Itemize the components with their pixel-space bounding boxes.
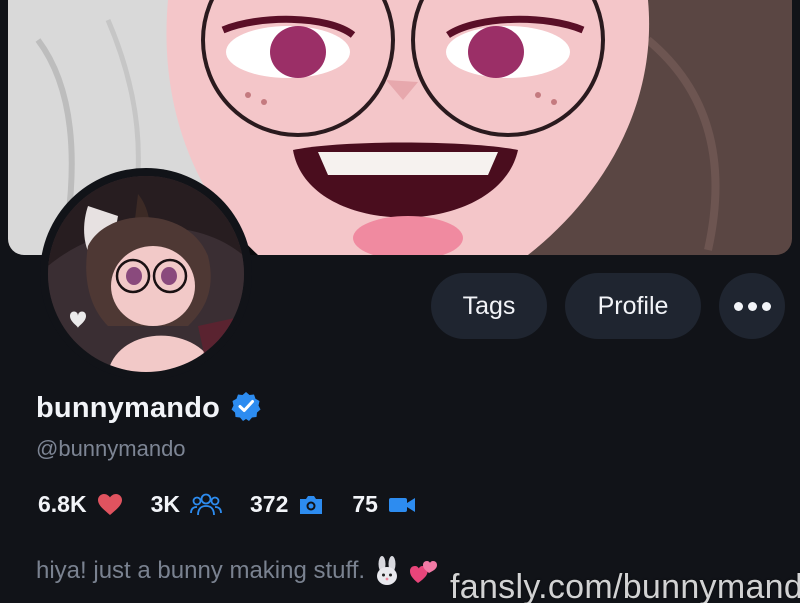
- avatar[interactable]: [40, 168, 252, 380]
- bio-text: hiya! just a bunny making stuff.: [36, 557, 366, 584]
- more-options-button[interactable]: [719, 273, 785, 339]
- heart-icon: [97, 493, 123, 517]
- tags-button-label: Tags: [462, 291, 516, 320]
- photos-count: 372: [250, 491, 289, 517]
- avatar-artwork: [48, 176, 244, 372]
- video-icon: [388, 495, 416, 515]
- followers-count: 3K: [150, 491, 180, 517]
- profile-button[interactable]: Profile: [565, 273, 701, 339]
- profile-stats: 6.8K 3K 372 75: [38, 491, 444, 518]
- camera-icon: [298, 494, 324, 516]
- followers-stat: 3K: [151, 491, 222, 518]
- likes-count: 6.8K: [38, 491, 87, 517]
- display-name: bunnymando: [36, 392, 221, 424]
- profile-button-label: Profile: [597, 291, 669, 320]
- display-name-row: bunnymando: [36, 390, 262, 427]
- followers-icon: [190, 492, 222, 518]
- watermark-text: fansly.com/bunnymando: [450, 568, 800, 603]
- profile-page: Tags Profile bunnymando @bunnymando 6.8K…: [0, 0, 800, 603]
- rabbit-emoji-icon: [373, 556, 401, 586]
- avatar-image: [48, 176, 244, 372]
- verified-badge-icon: [230, 390, 262, 427]
- photos-stat: 372: [250, 491, 324, 518]
- two-hearts-emoji-icon: [409, 556, 439, 586]
- likes-stat: 6.8K: [38, 491, 123, 518]
- username-handle: @bunnymando: [36, 436, 186, 461]
- videos-count: 75: [352, 491, 378, 517]
- profile-bio: hiya! just a bunny making stuff.: [36, 556, 439, 586]
- more-dots-icon: [733, 301, 771, 311]
- tags-button[interactable]: Tags: [431, 273, 547, 339]
- videos-stat: 75: [352, 491, 416, 518]
